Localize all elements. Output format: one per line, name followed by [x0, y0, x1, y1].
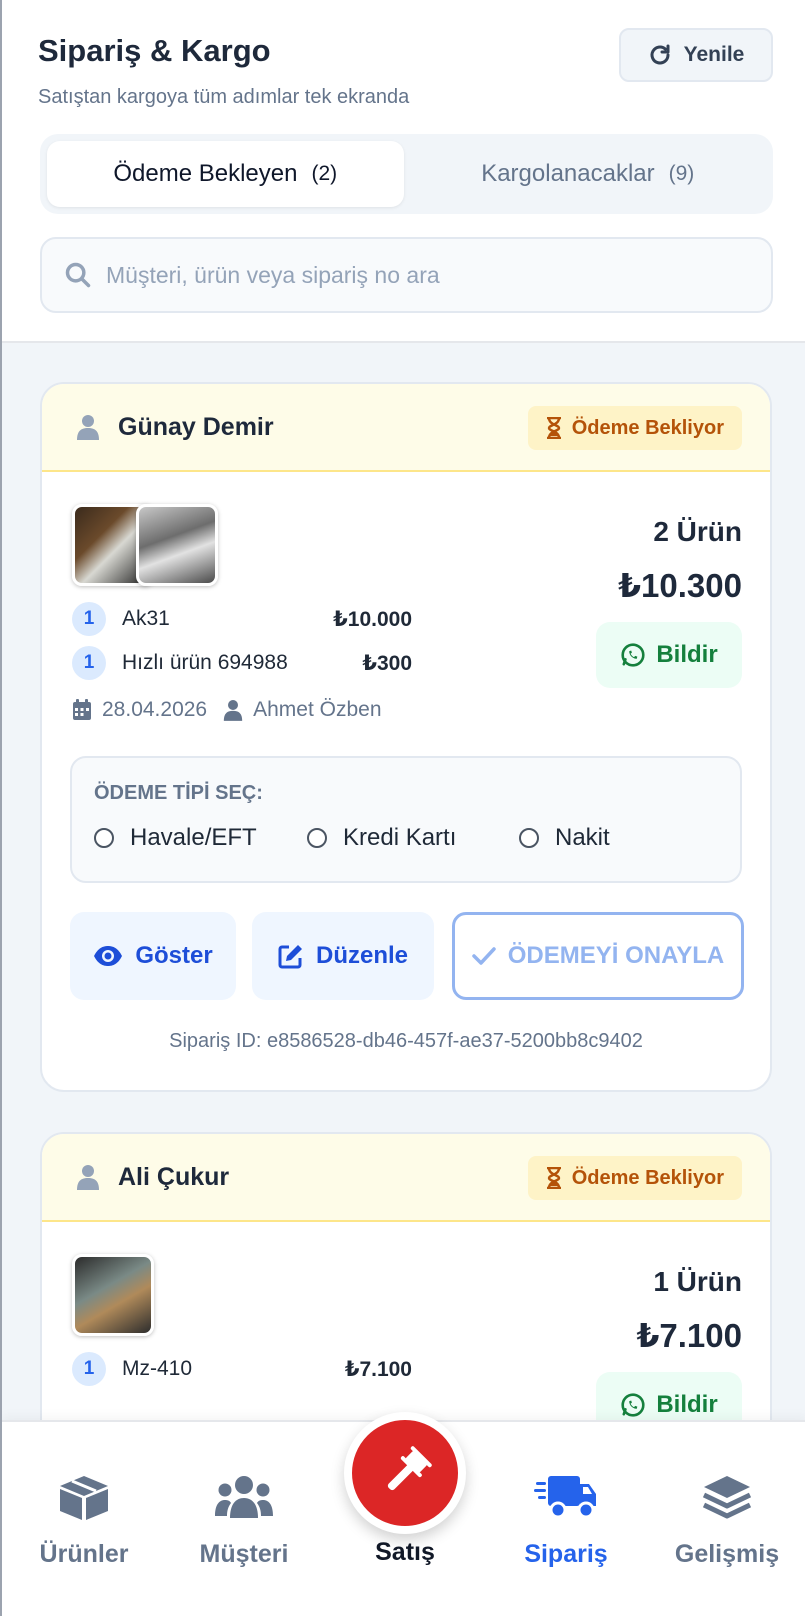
radio-button[interactable] — [519, 828, 539, 848]
whatsapp-icon — [621, 643, 645, 667]
page-title: Sipariş & Kargo — [38, 33, 271, 68]
line-item: 1 Hızlı ürün 694988 ₺300 — [72, 646, 412, 680]
item-price: ₺300 — [362, 651, 412, 675]
line-item: 1 Ak31 ₺10.000 — [72, 602, 412, 636]
customer-name: Günay Demir — [118, 412, 274, 441]
tab-bar: Ödeme Bekleyen (2) Kargolanacaklar (9) — [40, 134, 773, 214]
item-name: Mz-410 — [122, 1357, 193, 1380]
order-card: Günay Demir Ödeme Bekliyor 2 Ürün ₺10.30… — [40, 382, 772, 1092]
payment-option-havale[interactable]: Havale/EFT — [94, 824, 257, 852]
confirm-payment-label: ÖDEMEYİ ONAYLA — [507, 942, 725, 969]
truck-icon — [534, 1476, 596, 1519]
payment-option-label: Nakit — [555, 824, 610, 851]
sale-label: Satış — [375, 1538, 435, 1566]
search-box — [40, 237, 773, 313]
page-subtitle: Satıştan kargoya tüm adımlar tek ekranda — [38, 86, 410, 108]
order-id: Sipariş ID: e8586528-db46-457f-ae37-5200… — [169, 1030, 643, 1052]
gavel-icon — [387, 1446, 432, 1491]
notify-button[interactable]: Bildir — [596, 622, 742, 688]
tab-label: Kargolanacaklar — [481, 160, 655, 187]
payment-option-label: Havale/EFT — [130, 824, 257, 851]
item-qty: 1 — [72, 646, 106, 680]
item-name: Hızlı ürün 694988 — [122, 651, 288, 674]
whatsapp-icon — [621, 1393, 645, 1417]
order-meta: 28.04.2026 Ahmet Özben — [72, 698, 382, 722]
edit-label: Düzenle — [315, 942, 408, 969]
edit-button[interactable]: Düzenle — [252, 912, 434, 1000]
tab-kargolanacaklar[interactable]: Kargolanacaklar (9) — [410, 141, 767, 207]
refresh-icon — [650, 44, 670, 65]
refresh-label: Yenile — [683, 43, 745, 66]
item-qty: 1 — [72, 602, 106, 636]
nav-label: Müşteri — [199, 1540, 289, 1568]
product-image — [72, 1254, 154, 1336]
payment-type-box: ÖDEME TİPİ SEÇ: Havale/EFT Kredi Kartı N… — [70, 756, 742, 883]
check-icon — [472, 947, 496, 965]
notify-label: Bildir — [656, 641, 718, 668]
status-badge: Ödeme Bekliyor — [527, 406, 742, 450]
tab-count: (2) — [311, 162, 338, 185]
payment-type-title: ÖDEME TİPİ SEÇ: — [94, 782, 263, 804]
search-icon — [65, 262, 91, 288]
header: Sipariş & Kargo Satıştan kargoya tüm adı… — [2, 0, 805, 343]
calendar-icon — [73, 699, 91, 720]
tab-odeme-bekleyen[interactable]: Ödeme Bekleyen (2) — [47, 141, 404, 207]
hourglass-icon — [546, 417, 561, 439]
status-text: Ödeme Bekliyor — [571, 1166, 724, 1189]
user-icon — [77, 415, 99, 440]
line-item: 1 Mz-410 ₺7.100 — [72, 1352, 412, 1386]
app-screen: Sipariş & Kargo Satıştan kargoya tüm adı… — [0, 0, 805, 1616]
order-card-header: Ali Çukur Ödeme Bekliyor — [42, 1134, 770, 1222]
payment-option-label: Kredi Kartı — [343, 824, 457, 851]
seller-name: Ahmet Özben — [253, 698, 382, 721]
radio-button[interactable] — [94, 828, 114, 848]
item-price: ₺7.100 — [344, 1357, 412, 1381]
tab-count: (9) — [668, 162, 695, 185]
nav-label: Ürünler — [39, 1540, 129, 1568]
user-icon — [223, 700, 243, 721]
item-price: ₺10.000 — [333, 607, 412, 631]
eye-icon — [94, 946, 123, 966]
users-icon — [215, 1476, 273, 1518]
customer-name: Ali Çukur — [118, 1162, 230, 1191]
edit-icon — [278, 945, 302, 969]
layers-icon — [702, 1476, 752, 1519]
tab-label: Ödeme Bekleyen — [113, 160, 298, 187]
sale-button[interactable] — [344, 1412, 466, 1534]
item-count: 2 Ürün — [653, 516, 742, 547]
notify-label: Bildir — [656, 1391, 718, 1418]
nav-label: Sipariş — [524, 1540, 608, 1568]
nav-item-siparis[interactable]: Sipariş — [486, 1422, 646, 1616]
order-total: ₺10.300 — [618, 567, 742, 604]
box-icon — [60, 1476, 108, 1520]
status-badge: Ödeme Bekliyor — [527, 1156, 742, 1200]
order-date: 28.04.2026 — [102, 698, 208, 721]
order-card-header: Günay Demir Ödeme Bekliyor — [42, 384, 770, 472]
show-label: Göster — [135, 942, 213, 969]
show-button[interactable]: Göster — [70, 912, 236, 1000]
status-text: Ödeme Bekliyor — [571, 416, 724, 439]
search-input[interactable] — [106, 261, 771, 289]
radio-button[interactable] — [307, 828, 327, 848]
order-total: ₺7.100 — [636, 1317, 742, 1354]
refresh-button[interactable]: Yenile — [619, 28, 773, 82]
nav-item-gelismis[interactable]: Gelişmiş — [647, 1422, 805, 1616]
payment-option-nakit[interactable]: Nakit — [519, 824, 610, 852]
nav-label: Gelişmiş — [674, 1540, 780, 1568]
item-qty: 1 — [72, 1352, 106, 1386]
item-name: Ak31 — [122, 607, 170, 630]
hourglass-icon — [546, 1167, 561, 1189]
confirm-payment-button[interactable]: ÖDEMEYİ ONAYLA — [452, 912, 744, 1000]
nav-item-musteri[interactable]: Müşteri — [164, 1422, 324, 1616]
item-count: 1 Ürün — [653, 1266, 742, 1297]
user-icon — [77, 1165, 99, 1190]
payment-option-kredi-karti[interactable]: Kredi Kartı — [307, 824, 456, 852]
nav-item-urunler[interactable]: Ürünler — [4, 1422, 164, 1616]
product-image — [136, 504, 218, 586]
